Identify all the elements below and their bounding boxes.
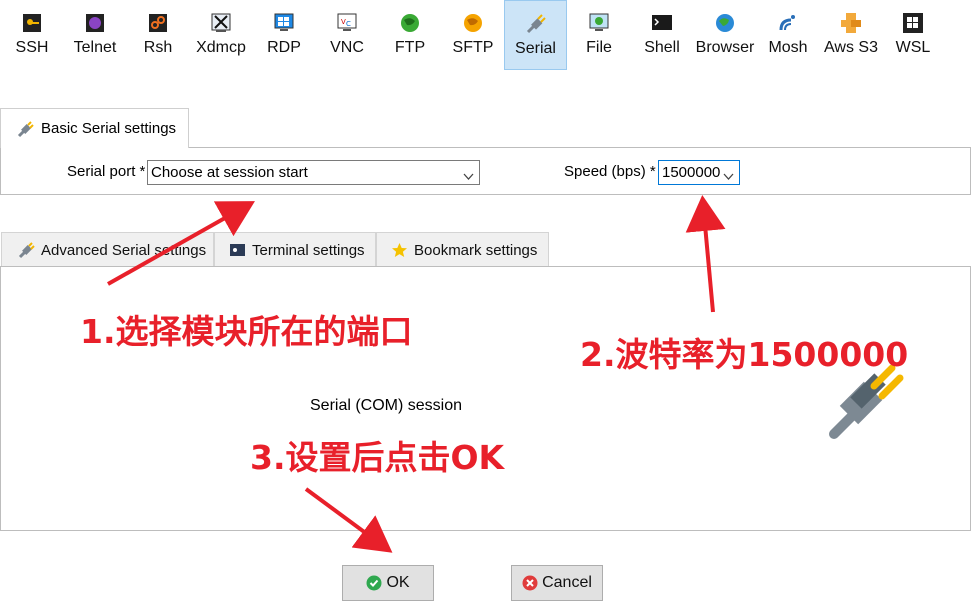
mosh-satellite-icon	[777, 12, 799, 34]
check-circle-icon	[366, 575, 382, 591]
annotation-step2: 2.波特率为1500000	[580, 335, 909, 374]
serial-plug-icon	[525, 13, 547, 35]
xdmcp-icon	[210, 12, 232, 34]
serial-button[interactable]: Serial	[504, 0, 567, 70]
serial-port-label: Serial port *	[67, 163, 146, 180]
ftp-globe-icon	[399, 12, 421, 34]
star-icon	[391, 242, 408, 259]
tab-label: Basic Serial settings	[41, 120, 177, 137]
annotation-step3: 3.设置后点击OK	[250, 438, 505, 477]
browser-globe-icon	[714, 12, 736, 34]
serial-plug-icon	[18, 241, 35, 259]
close-circle-icon	[522, 575, 538, 591]
basic-settings-panel	[0, 147, 971, 195]
cancel-label: Cancel	[542, 574, 592, 591]
chevron-down-icon	[463, 168, 474, 185]
wsl-windows-icon	[902, 12, 924, 34]
file-monitor-icon	[588, 12, 610, 34]
tab-label: Bookmark settings	[414, 241, 538, 259]
cancel-button[interactable]: Cancel	[511, 565, 603, 601]
rsh-button[interactable]: Rsh	[138, 0, 178, 70]
rdp-icon	[273, 12, 295, 34]
browser-button[interactable]: Browser	[694, 0, 756, 70]
tab-basic-serial-settings[interactable]: Basic Serial settings	[0, 108, 189, 148]
speed-label: Speed (bps) *	[564, 163, 656, 180]
terminal-icon	[229, 242, 246, 259]
aws-s3-icon	[840, 12, 862, 34]
tab-label: Advanced Serial settings	[41, 241, 207, 259]
chevron-down-icon	[723, 168, 734, 185]
vnc-icon: VC	[336, 12, 358, 34]
rsh-icon	[147, 12, 169, 34]
ftp-button[interactable]: FTP	[390, 0, 430, 70]
tab-bookmark-settings[interactable]: Bookmark settings	[376, 232, 549, 267]
annotation-step1: 1.选择模块所在的端口	[80, 312, 413, 351]
wsl-button[interactable]: WSL	[893, 0, 933, 70]
ok-button[interactable]: OK	[342, 565, 434, 601]
ssh-key-icon	[21, 12, 43, 34]
ssh-button[interactable]: SSH	[9, 0, 55, 70]
tab-terminal-settings[interactable]: Terminal settings	[214, 232, 376, 267]
session-type-label: Serial (COM) session	[310, 397, 463, 414]
rdp-button[interactable]: RDP	[264, 0, 304, 70]
ok-label: OK	[386, 574, 410, 591]
svg-text:C: C	[346, 20, 351, 28]
shell-terminal-icon	[651, 12, 673, 34]
sftp-globe-icon	[462, 12, 484, 34]
tab-advanced-serial-settings[interactable]: Advanced Serial settings	[1, 232, 214, 267]
serial-port-value: Choose at session start	[151, 164, 308, 181]
file-button[interactable]: File	[580, 0, 618, 70]
vnc-button[interactable]: VC VNC	[327, 0, 367, 70]
speed-value: 1500000	[662, 164, 721, 181]
aws-s3-button[interactable]: Aws S3	[822, 0, 880, 70]
telnet-button[interactable]: Telnet	[70, 0, 120, 70]
serial-port-select[interactable]: Choose at session start	[147, 160, 480, 185]
sftp-button[interactable]: SFTP	[449, 0, 497, 70]
tab-label: Terminal settings	[252, 241, 365, 259]
mosh-button[interactable]: Mosh	[767, 0, 809, 70]
shell-button[interactable]: Shell	[641, 0, 683, 70]
xdmcp-button[interactable]: Xdmcp	[193, 0, 249, 70]
telnet-icon	[84, 12, 106, 34]
serial-plug-icon	[17, 120, 35, 138]
speed-select[interactable]: 1500000	[658, 160, 740, 185]
session-type-toolbar: SSH Telnet Rsh Xdmcp RDP VC VNC FTP SFTP…	[0, 0, 972, 72]
